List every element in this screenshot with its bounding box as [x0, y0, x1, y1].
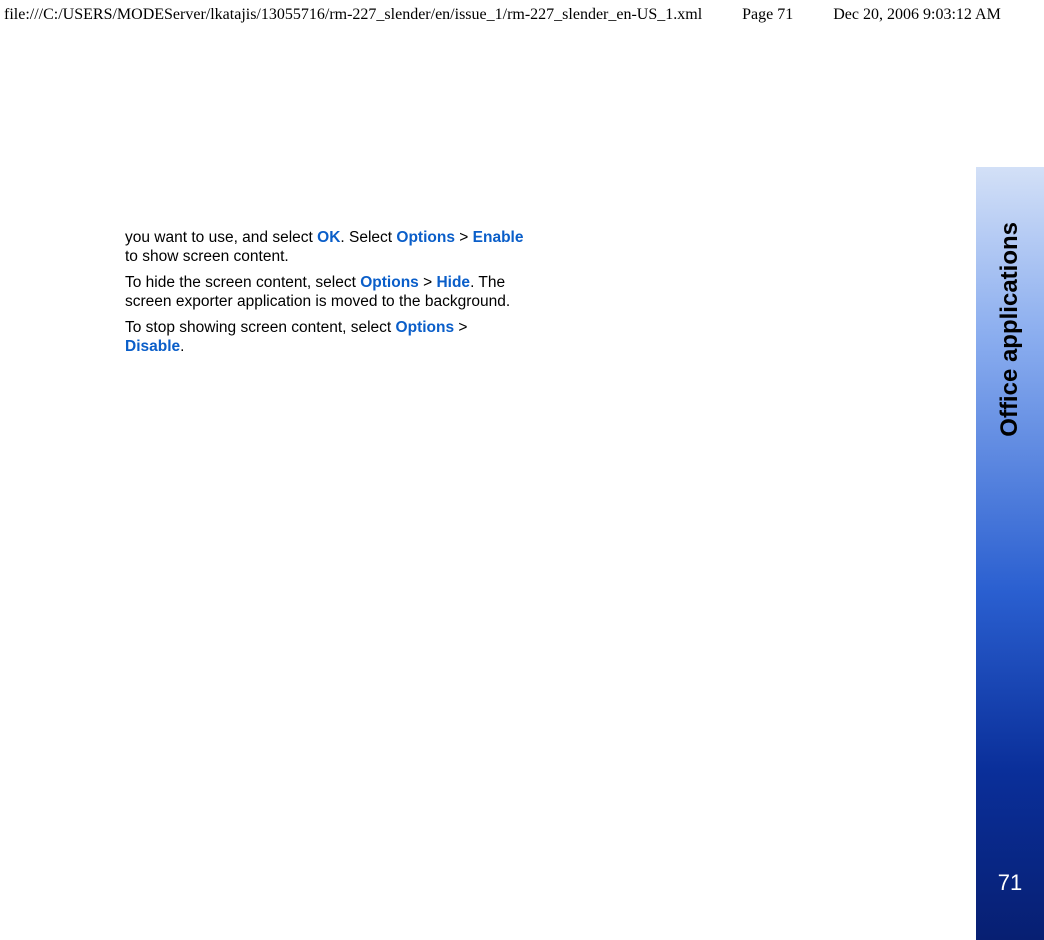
- ui-ok: OK: [317, 229, 340, 246]
- page-number: 71: [998, 870, 1022, 896]
- ui-disable: Disable: [125, 338, 180, 355]
- side-tab: Office applications 71: [976, 167, 1044, 940]
- paragraph-1: you want to use, and select OK. Select O…: [125, 228, 525, 267]
- ui-options: Options: [396, 229, 455, 246]
- section-title: Office applications: [996, 222, 1024, 437]
- file-path: file:///C:/USERS/MODEServer/lkatajis/130…: [4, 6, 702, 24]
- pdf-header: file:///C:/USERS/MODEServer/lkatajis/130…: [0, 6, 1044, 24]
- paragraph-3: To stop showing screen content, select O…: [125, 318, 525, 357]
- ui-options: Options: [396, 319, 455, 336]
- ui-enable: Enable: [473, 229, 524, 246]
- paragraph-2: To hide the screen content, select Optio…: [125, 273, 525, 312]
- ui-options: Options: [360, 274, 419, 291]
- header-date: Dec 20, 2006 9:03:12 AM: [833, 6, 1001, 24]
- body-text: you want to use, and select OK. Select O…: [125, 228, 525, 356]
- ui-hide: Hide: [436, 274, 470, 291]
- header-page: Page 71: [742, 6, 793, 24]
